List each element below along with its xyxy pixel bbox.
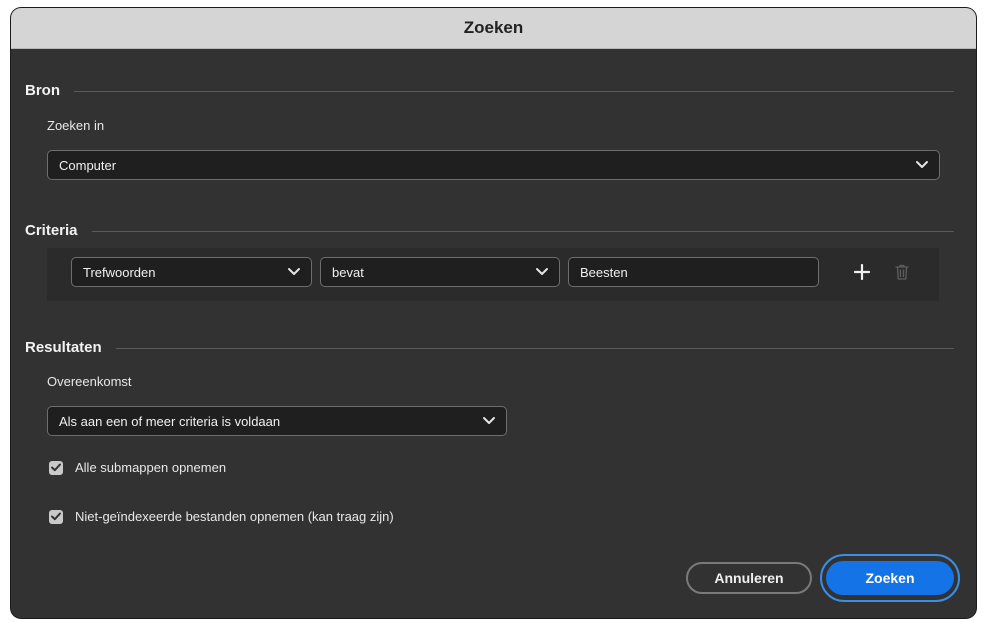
include-unindexed-checkbox[interactable] [49, 509, 63, 524]
include-subfolders-option[interactable]: Alle submappen opnemen [49, 460, 226, 475]
chevron-down-icon [916, 161, 928, 168]
section-source-title: Bron [25, 82, 60, 99]
checkmark-icon [51, 512, 61, 521]
match-label: Overeenkomst [47, 374, 132, 389]
section-criteria-title: Criteria [25, 222, 78, 239]
chevron-down-icon [483, 417, 495, 424]
match-dropdown[interactable]: Als aan een of meer criteria is voldaan [47, 406, 507, 436]
search-button[interactable]: Zoeken [826, 561, 954, 595]
include-unindexed-label: Niet-geïndexeerde bestanden opnemen (kan… [75, 509, 394, 524]
search-button-label: Zoeken [865, 570, 915, 586]
section-divider [115, 348, 954, 349]
section-criteria-header: Criteria [25, 222, 954, 239]
search-in-label: Zoeken in [47, 118, 105, 133]
section-results-header: Resultaten [25, 339, 954, 356]
plus-icon [854, 264, 870, 280]
criteria-value-input[interactable]: Beesten [568, 257, 819, 287]
section-results-title: Resultaten [25, 339, 102, 356]
checkmark-icon [51, 463, 61, 472]
trash-icon [895, 264, 909, 280]
search-in-dropdown[interactable]: Computer [47, 150, 940, 180]
search-in-value: Computer [59, 157, 117, 173]
match-value: Als aan een of meer criteria is voldaan [59, 413, 281, 429]
cancel-button-label: Annuleren [714, 570, 784, 586]
section-divider [91, 231, 954, 232]
criteria-operator-value: bevat [332, 264, 364, 280]
add-criteria-button[interactable] [853, 263, 871, 281]
include-subfolders-checkbox[interactable] [49, 460, 63, 475]
section-source-header: Bron [25, 82, 954, 99]
chevron-down-icon [288, 268, 300, 275]
dialog-title: Zoeken [463, 18, 524, 37]
include-subfolders-label: Alle submappen opnemen [75, 460, 227, 475]
chevron-down-icon [536, 268, 548, 275]
search-dialog: Zoeken Bron Zoeken in Computer Criteria … [11, 8, 976, 618]
section-divider [74, 91, 954, 92]
cancel-button[interactable]: Annuleren [686, 562, 812, 594]
delete-criteria-button[interactable] [893, 263, 911, 281]
criteria-value-text: Beesten [580, 264, 628, 280]
criteria-field-value: Trefwoorden [83, 264, 156, 280]
include-unindexed-option[interactable]: Niet-geïndexeerde bestanden opnemen (kan… [49, 509, 394, 524]
criteria-operator-dropdown[interactable]: bevat [320, 257, 560, 287]
criteria-field-dropdown[interactable]: Trefwoorden [71, 257, 312, 287]
dialog-titlebar[interactable]: Zoeken [11, 8, 976, 49]
